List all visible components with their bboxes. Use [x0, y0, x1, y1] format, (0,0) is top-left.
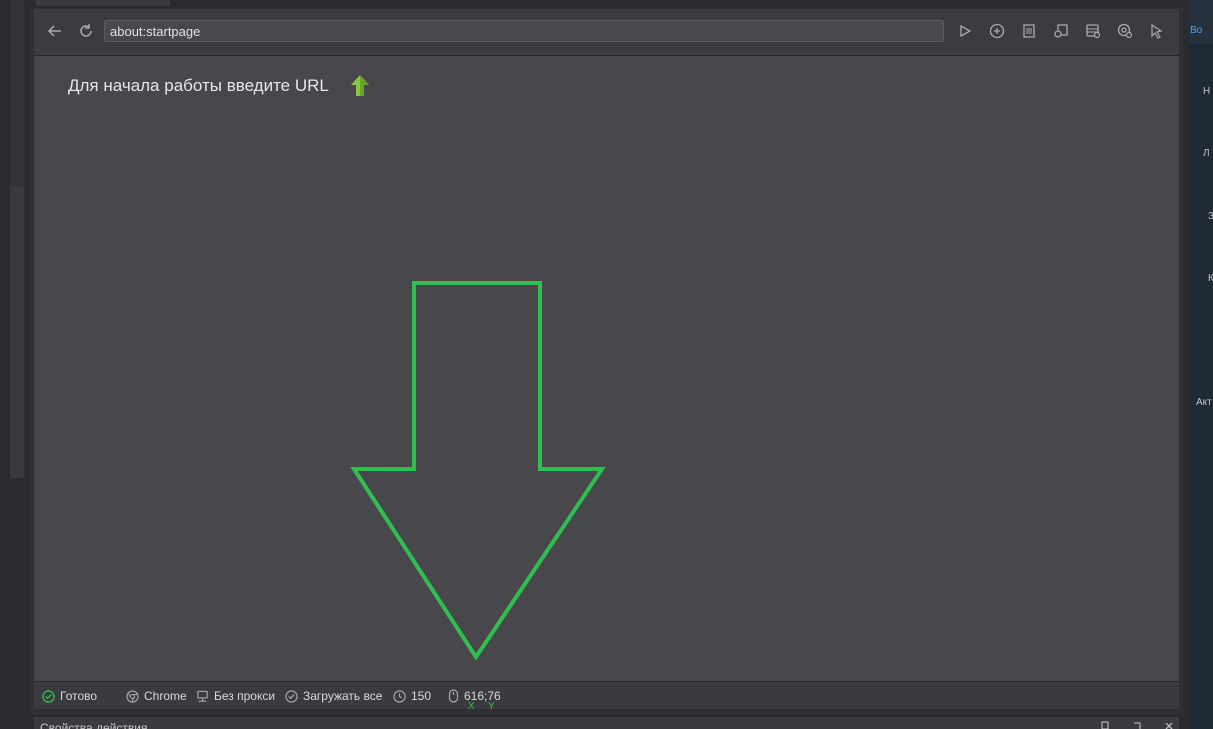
- check-circle-outline-icon: [285, 689, 298, 703]
- axis-y-label: Y: [488, 701, 495, 712]
- storage-button[interactable]: [1082, 20, 1104, 42]
- browser-settings-button[interactable]: [1114, 20, 1136, 42]
- close-icon[interactable]: [1164, 721, 1174, 729]
- tab-strip: [30, 0, 1183, 8]
- right-panel-item-0[interactable]: Во: [1190, 25, 1202, 36]
- right-panel-item-1[interactable]: Н: [1203, 86, 1210, 97]
- left-panel-scrollbar[interactable]: [10, 186, 24, 478]
- status-text: Готово: [60, 689, 98, 703]
- right-panel-item-5[interactable]: Акт: [1196, 397, 1212, 408]
- right-panel: Во Н Л З К Акт: [1188, 0, 1213, 729]
- back-button[interactable]: [44, 20, 66, 42]
- browser-panel: Для начала работы введите URL Готово Chr…: [30, 0, 1183, 714]
- chrome-settings-icon: [1117, 23, 1133, 39]
- pin-icon[interactable]: [1100, 721, 1110, 729]
- float-icon[interactable]: [1132, 721, 1142, 729]
- plus-circle-icon: [989, 23, 1005, 39]
- database-icon: [1086, 24, 1101, 39]
- select-element-button[interactable]: [1146, 20, 1168, 42]
- browser-viewport[interactable]: Для начала работы введите URL: [34, 56, 1179, 681]
- play-icon: [960, 24, 972, 38]
- cookies-button[interactable]: [1050, 20, 1072, 42]
- cursor-icon: [1151, 23, 1163, 39]
- right-panel-item-3[interactable]: З: [1208, 211, 1213, 222]
- reload-icon: [80, 24, 92, 37]
- url-input[interactable]: [104, 20, 944, 42]
- browser-toolbar: [34, 9, 1179, 56]
- proxy-label: Без прокси: [214, 689, 276, 703]
- network-icon: [197, 690, 208, 702]
- properties-panel-title: Свойства действия: [40, 721, 148, 729]
- settings-doc-icon: [1054, 24, 1068, 38]
- axis-x-label: X: [468, 701, 475, 712]
- properties-panel-header: Свойства действия: [34, 717, 1179, 729]
- status-ready: Готово: [42, 689, 97, 703]
- arrow-down-icon: [350, 281, 606, 661]
- mouse-icon: [448, 689, 459, 703]
- clock-icon: [393, 689, 406, 703]
- right-panel-item-4[interactable]: К: [1208, 273, 1213, 284]
- status-proxy[interactable]: Без прокси: [196, 689, 275, 703]
- right-panel-item-2[interactable]: Л: [1203, 148, 1210, 159]
- status-load-mode[interactable]: Загружать все: [285, 689, 382, 703]
- document-icon: [1023, 24, 1035, 38]
- timeout-label: 150: [411, 689, 432, 703]
- status-timeout[interactable]: 150: [393, 689, 431, 703]
- add-action-button[interactable]: [986, 20, 1008, 42]
- status-browser[interactable]: Chrome: [126, 689, 187, 703]
- right-panel-tab[interactable]: [1188, 0, 1213, 44]
- status-bar: Готово Chrome Без прокси Загружать все 1…: [34, 681, 1179, 712]
- play-button[interactable]: [954, 20, 976, 42]
- reload-button[interactable]: [75, 20, 97, 42]
- left-panel-track: [10, 0, 24, 186]
- properties-panel: Свойства действия: [30, 714, 1183, 729]
- check-circle-icon: [42, 689, 55, 703]
- load-mode-label: Загружать все: [303, 689, 383, 703]
- arrow-left-icon: [47, 25, 61, 37]
- browser-label: Chrome: [144, 689, 187, 703]
- page-source-button[interactable]: [1018, 20, 1040, 42]
- left-panel: [0, 0, 30, 729]
- browser-tab[interactable]: [36, 0, 170, 6]
- chrome-icon: [126, 689, 139, 703]
